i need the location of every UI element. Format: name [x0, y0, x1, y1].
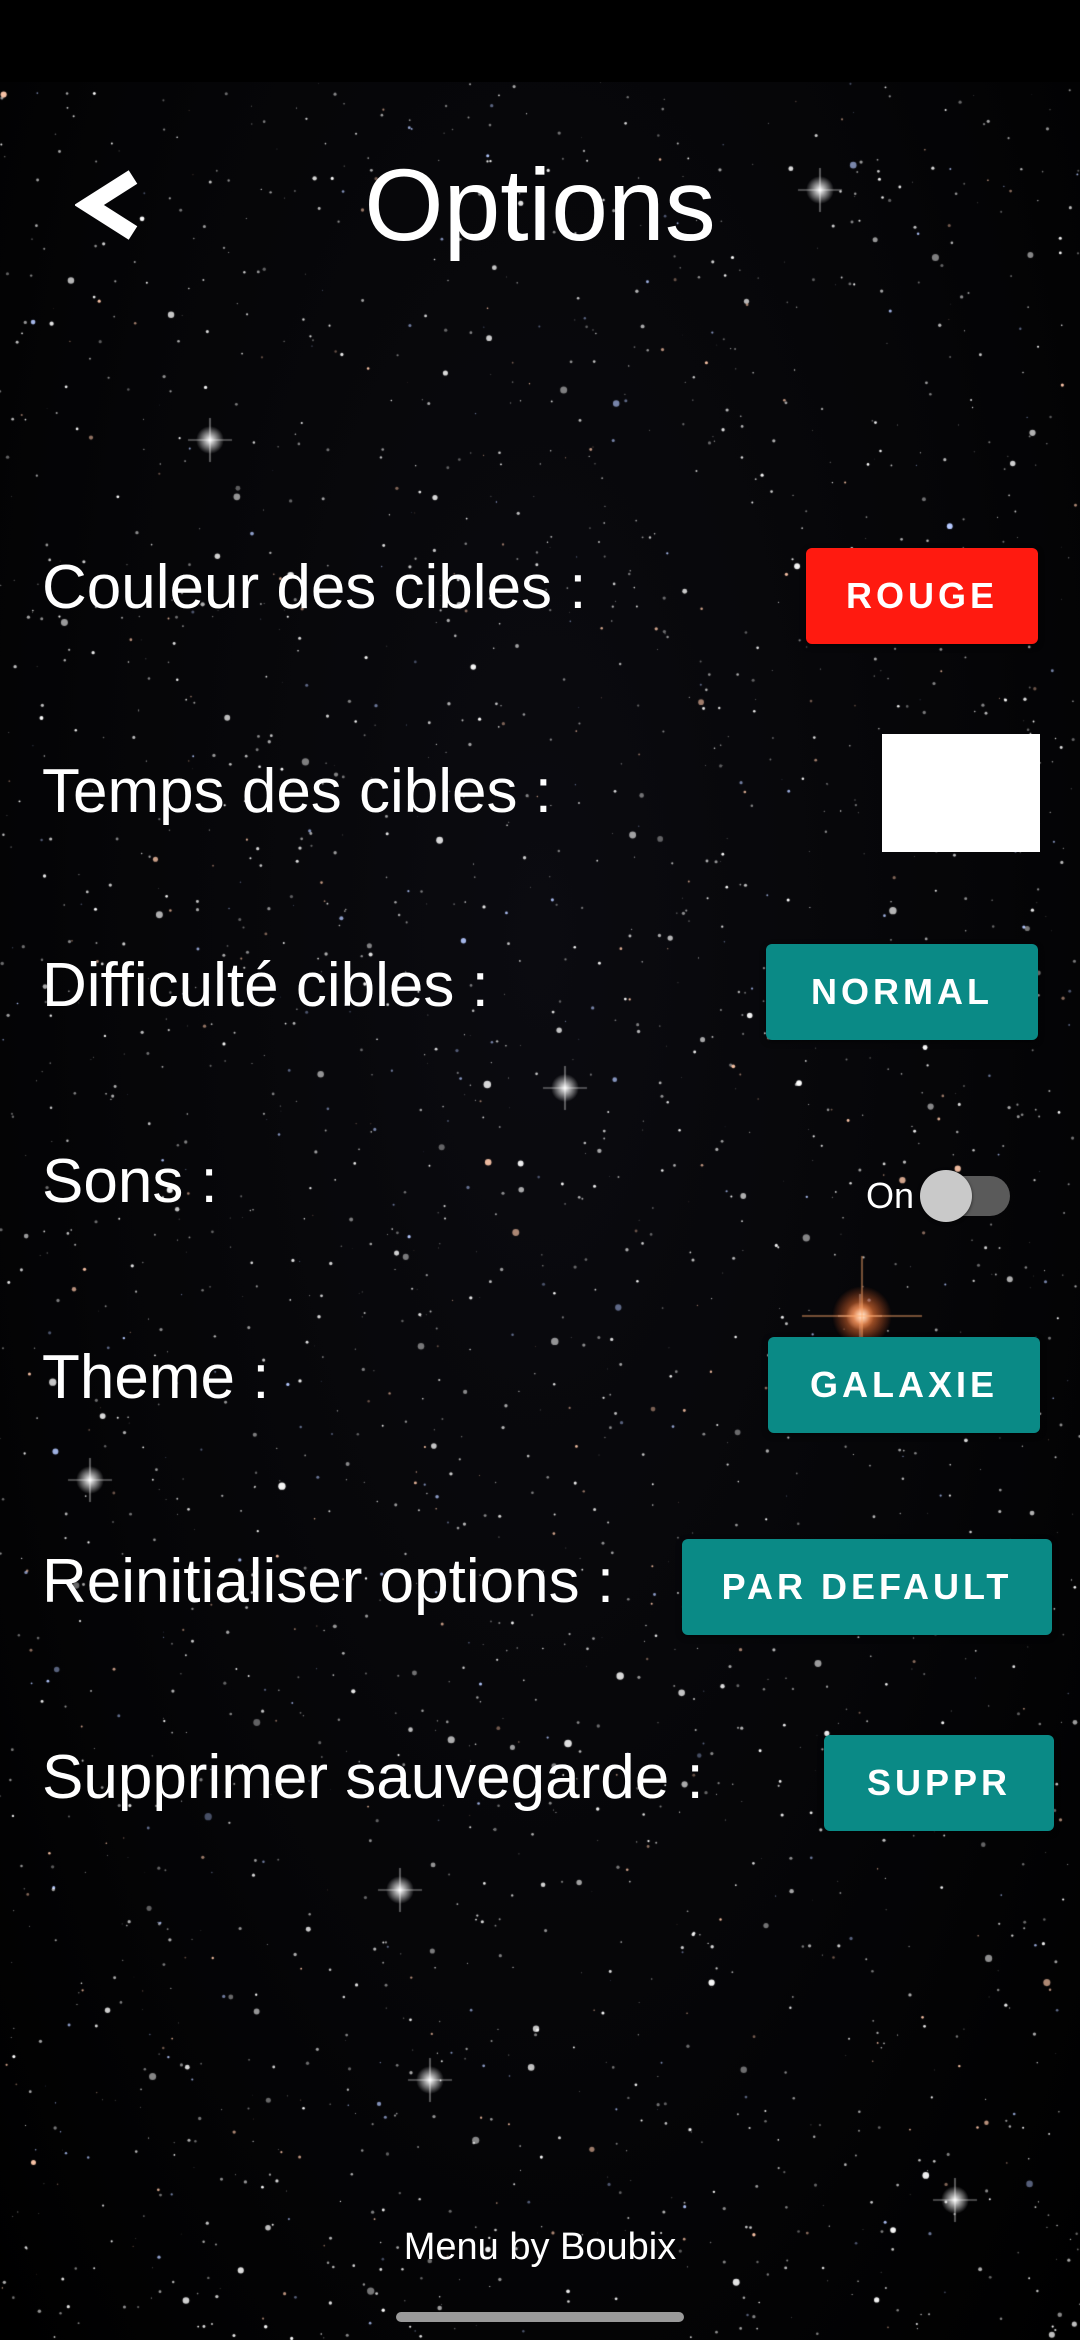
target-color-button[interactable]: ROUGE — [806, 548, 1038, 644]
theme-label: Theme : — [42, 1343, 270, 1412]
home-indicator[interactable] — [396, 2312, 684, 2322]
target-difficulty-label: Difficulté cibles : — [42, 951, 489, 1020]
toggle-track — [920, 1170, 1011, 1222]
footer-credit: Menu by Boubix — [403, 2226, 677, 2268]
toggle-thumb — [920, 1170, 973, 1222]
status-bar — [0, 0, 1080, 82]
sounds-toggle-text: On — [866, 1175, 915, 1216]
target-color-label: Couleur des cibles : — [42, 553, 587, 622]
theme-button[interactable]: GALAXIE — [768, 1337, 1040, 1433]
reset-options-button[interactable]: PAR DEFAULT — [682, 1539, 1052, 1635]
page-title: Options — [364, 148, 716, 262]
target-time-label: Temps des cibles : — [42, 757, 552, 826]
target-time-input[interactable] — [882, 734, 1040, 852]
chevron-left-icon — [75, 170, 138, 240]
sounds-toggle[interactable]: On — [866, 1166, 1011, 1226]
reset-options-label: Reinitialiser options : — [42, 1547, 615, 1616]
delete-save-label: Supprimer sauvegarde : — [42, 1743, 704, 1812]
back-button[interactable] — [60, 150, 160, 260]
delete-save-button[interactable]: SUPPR — [824, 1735, 1054, 1831]
target-difficulty-button[interactable]: NORMAL — [766, 944, 1038, 1040]
sounds-label: Sons : — [42, 1147, 218, 1216]
options-screen: Options Couleur des cibles : ROUGE Temps… — [0, 0, 1080, 2340]
